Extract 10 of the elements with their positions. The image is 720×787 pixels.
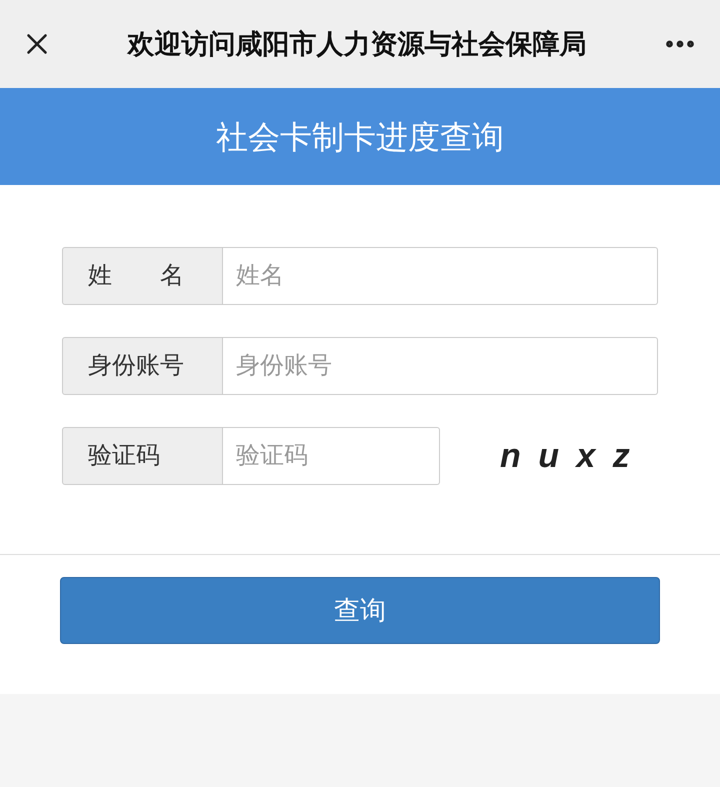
input-field[interactable]: 身份账号: [223, 337, 658, 395]
banner-title: 社会卡制卡进度查询: [216, 118, 504, 156]
captcha-code[interactable]: n u x z: [500, 430, 634, 482]
field-label: 身份账号: [62, 337, 223, 395]
input-field[interactable]: 验证码: [223, 427, 440, 485]
input-field[interactable]: 姓名: [223, 247, 658, 305]
field-label: 姓 名: [62, 247, 223, 305]
field-label: 验证码: [62, 427, 223, 485]
page-title: 欢迎访问咸阳市人力资源与社会保障局: [126, 28, 588, 61]
query-button[interactable]: 查询: [60, 577, 660, 644]
